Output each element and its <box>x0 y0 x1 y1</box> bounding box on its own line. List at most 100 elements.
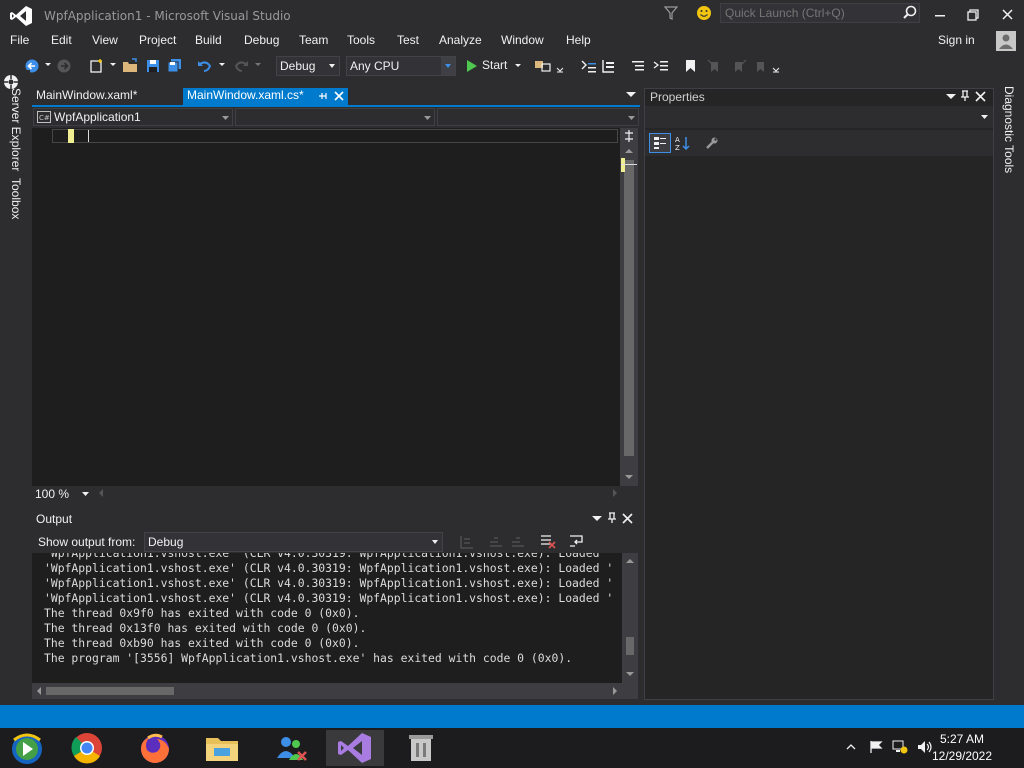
windows-media-center-icon[interactable] <box>0 730 58 766</box>
properties-panel <box>644 88 994 700</box>
taskbar-clock-date[interactable]: 12/29/2022 <box>922 749 1002 763</box>
properties-options-icon[interactable] <box>946 94 956 100</box>
search-icon[interactable] <box>903 5 917 19</box>
zoom-dropdown-arrow-icon[interactable] <box>82 492 89 496</box>
property-pages-wrench-icon[interactable] <box>704 135 720 151</box>
new-project-icon[interactable] <box>88 58 106 74</box>
visual-studio-taskbar-icon[interactable] <box>326 730 384 766</box>
editor-hscroll-right-icon[interactable] <box>612 489 618 497</box>
code-editor[interactable] <box>32 128 620 486</box>
previous-bookmark-icon[interactable] <box>706 58 724 74</box>
window-title: WpfApplication1 - Microsoft Visual Studi… <box>44 9 291 23</box>
output-line: 'WpfApplication1.vshost.exe' (CLR v4.0.3… <box>44 576 614 590</box>
zoom-level[interactable]: 100 % <box>35 487 69 501</box>
browser-link-icon[interactable] <box>534 58 552 74</box>
taskbar-clock-time[interactable]: 5:27 AM <box>922 732 1002 746</box>
action-center-flag-icon[interactable] <box>869 740 883 754</box>
output-text-area[interactable]: 'WpfApplication1.vshost.exe' (CLR v4.0.3… <box>32 553 622 683</box>
step-over-icon[interactable] <box>600 58 618 74</box>
feedback-smiley-icon[interactable] <box>696 5 712 21</box>
solution-configuration-dropdown[interactable]: Debug <box>276 56 340 76</box>
menu-file[interactable]: File <box>10 33 29 47</box>
menu-window[interactable]: Window <box>501 33 544 47</box>
bookmark-icon[interactable] <box>682 58 700 74</box>
text-caret <box>88 130 89 142</box>
tab-overflow-icon[interactable] <box>626 92 636 98</box>
menu-analyze[interactable]: Analyze <box>439 33 482 47</box>
toggle-word-wrap-icon[interactable] <box>569 533 585 549</box>
open-file-icon[interactable] <box>122 58 140 74</box>
next-message-icon[interactable] <box>510 534 526 550</box>
clear-all-icon[interactable] <box>540 533 556 549</box>
properties-pin-icon[interactable] <box>959 90 971 102</box>
sign-in-link[interactable]: Sign in <box>938 33 975 47</box>
show-output-from-label: Show output from: <box>38 535 136 549</box>
back-dropdown-arrow-icon[interactable] <box>44 62 52 68</box>
output-horizontal-scrollbar[interactable] <box>32 683 638 699</box>
account-icon[interactable] <box>996 31 1016 51</box>
comment-lines-icon[interactable] <box>630 58 648 74</box>
close-window-button[interactable] <box>992 4 1022 26</box>
start-debugging-button[interactable]: Start <box>462 57 524 75</box>
tab-mainwindow-xaml-cs[interactable]: MainWindow.xaml.cs* <box>183 88 348 105</box>
menu-view[interactable]: View <box>92 33 118 47</box>
close-tab-icon[interactable] <box>333 90 345 102</box>
network-users-icon[interactable] <box>262 730 320 766</box>
project-dropdown[interactable]: C# WpfApplication1 <box>33 108 233 126</box>
redo-dropdown-arrow-icon[interactable] <box>254 62 262 68</box>
undo-dropdown-arrow-icon[interactable] <box>218 62 226 68</box>
undo-icon[interactable] <box>196 58 214 74</box>
quick-launch-box[interactable] <box>720 3 920 23</box>
redo-icon[interactable] <box>232 58 250 74</box>
show-hidden-icons-chevron-icon[interactable] <box>846 744 856 750</box>
menu-edit[interactable]: Edit <box>51 33 72 47</box>
chrome-icon[interactable] <box>58 730 116 766</box>
toolbar-overflow-arrow-icon[interactable] <box>556 66 564 74</box>
restore-button[interactable] <box>958 4 988 26</box>
diagnostic-tools-tab[interactable]: Diagnostic Tools <box>1002 86 1016 173</box>
firefox-icon[interactable] <box>126 730 184 766</box>
menu-help[interactable]: Help <box>566 33 591 47</box>
menu-project[interactable]: Project <box>139 33 176 47</box>
editor-scroll-thumb[interactable] <box>624 160 634 456</box>
output-source-dropdown[interactable]: Debug <box>144 532 443 552</box>
menu-test[interactable]: Test <box>397 33 419 47</box>
recycle-tools-icon[interactable] <box>392 730 450 766</box>
output-pin-icon[interactable] <box>606 512 618 524</box>
menu-debug[interactable]: Debug <box>244 33 279 47</box>
solution-platform-dropdown[interactable]: Any CPU <box>346 56 456 76</box>
server-explorer-tab[interactable]: Server Explorer <box>9 88 23 171</box>
categorized-view-button[interactable] <box>649 133 671 153</box>
output-vertical-scrollbar[interactable] <box>622 553 638 683</box>
new-dropdown-arrow-icon[interactable] <box>109 62 117 68</box>
output-close-icon[interactable] <box>622 513 633 524</box>
properties-object-selector[interactable] <box>645 106 993 128</box>
uncomment-lines-icon[interactable] <box>652 58 670 74</box>
output-options-icon[interactable] <box>592 516 602 522</box>
step-into-icon[interactable] <box>580 58 598 74</box>
previous-message-icon[interactable] <box>488 534 504 550</box>
toolbox-tab[interactable]: Toolbox <box>9 178 23 219</box>
next-bookmark-icon[interactable] <box>730 58 748 74</box>
file-explorer-icon[interactable] <box>194 730 252 766</box>
member-dropdown[interactable] <box>437 108 639 126</box>
menu-team[interactable]: Team <box>299 33 328 47</box>
find-message-in-code-icon[interactable] <box>459 534 475 550</box>
properties-close-icon[interactable] <box>975 91 986 102</box>
type-dropdown[interactable] <box>235 108 435 126</box>
pin-tab-icon[interactable] <box>317 90 329 102</box>
clear-bookmarks-icon[interactable] <box>752 58 770 74</box>
tab-mainwindow-xaml[interactable]: MainWindow.xaml* <box>32 88 182 105</box>
minimize-button[interactable] <box>925 4 955 26</box>
notifications-filter-icon[interactable] <box>664 5 678 21</box>
quick-launch-input[interactable] <box>721 4 897 22</box>
save-all-icon[interactable] <box>166 58 184 74</box>
save-icon[interactable] <box>145 58 163 74</box>
menu-build[interactable]: Build <box>195 33 222 47</box>
navigate-forward-icon[interactable] <box>56 58 74 74</box>
editor-hscroll-left-icon[interactable] <box>98 489 104 497</box>
network-status-icon[interactable] <box>892 740 908 754</box>
menu-tools[interactable]: Tools <box>347 33 375 47</box>
toolbar-overflow-arrow-2-icon[interactable] <box>772 66 780 74</box>
alphabetical-sort-icon[interactable]: AZ <box>674 135 692 151</box>
